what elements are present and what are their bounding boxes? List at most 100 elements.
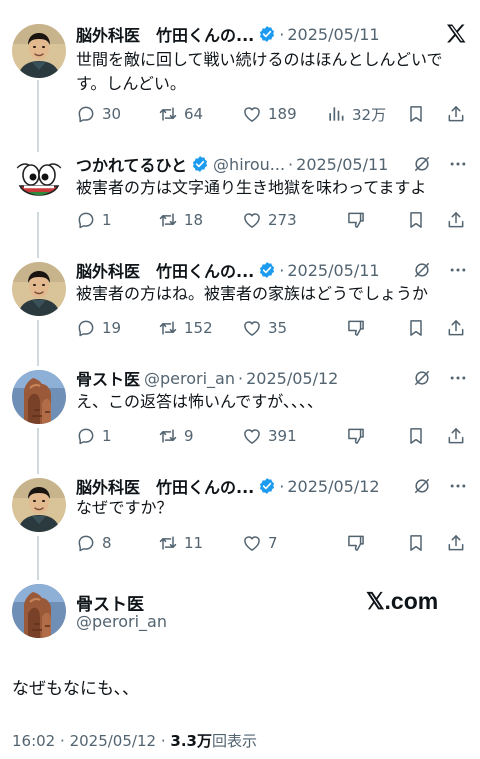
reply-icon — [76, 104, 96, 124]
post-actions: 30 64 189 32万 — [76, 102, 468, 126]
like-button[interactable]: 35 — [242, 316, 287, 340]
bookmark-icon — [406, 210, 426, 230]
post-text: え、この返答は怖いんですが、、、、 — [76, 392, 323, 411]
repost-button[interactable]: 64 — [158, 102, 203, 126]
post-actions: 8 11 7 — [76, 531, 468, 555]
post-date[interactable]: 2025/05/12 — [70, 732, 156, 750]
not-interested-icon[interactable] — [412, 476, 432, 496]
like-count: 273 — [268, 211, 297, 229]
bookmark-icon — [406, 533, 426, 553]
share-icon — [446, 426, 466, 446]
bookmark-button[interactable] — [406, 208, 426, 232]
like-icon — [242, 210, 262, 230]
main-post-text: なぜもなにも、、 — [12, 679, 139, 699]
like-button[interactable]: 273 — [242, 208, 297, 232]
author-name[interactable]: 脳外科医 竹田くんの... — [76, 22, 254, 46]
x-logo-icon — [447, 24, 466, 43]
views-count: 3.3万 — [170, 732, 212, 750]
x-com-watermark: 𝕏.com — [366, 588, 439, 614]
repost-button[interactable]: 152 — [158, 316, 213, 340]
author-name[interactable]: 骨スト医 — [76, 366, 140, 390]
thread-line — [37, 536, 39, 580]
avatar[interactable] — [12, 478, 66, 532]
thread-line — [37, 428, 39, 474]
more-icon[interactable] — [448, 260, 468, 280]
post-date[interactable]: 2025/05/11 — [287, 261, 379, 280]
views-button[interactable]: 32万 — [326, 102, 386, 126]
post-date[interactable]: 2025/05/11 — [287, 25, 379, 44]
dislike-icon — [346, 426, 366, 446]
verified-badge-icon — [258, 25, 276, 43]
share-button[interactable] — [446, 531, 466, 555]
bookmark-button[interactable] — [406, 531, 426, 555]
not-interested-icon[interactable] — [412, 154, 432, 174]
author-name[interactable]: 脳外科医 竹田くんの... — [76, 258, 254, 282]
post-text: なぜですか？ — [76, 498, 173, 517]
dislike-button[interactable] — [346, 316, 366, 340]
reply-button[interactable]: 1 — [76, 424, 112, 448]
separator: · — [288, 154, 294, 174]
dislike-icon — [346, 210, 366, 230]
avatar[interactable] — [12, 262, 66, 316]
share-button[interactable] — [446, 208, 466, 232]
like-count: 391 — [268, 427, 297, 445]
more-icon[interactable] — [448, 368, 468, 388]
post-actions: 1 18 273 — [76, 208, 468, 232]
repost-button[interactable]: 9 — [158, 424, 194, 448]
author-handle[interactable]: @perori_an — [144, 369, 235, 388]
reply-button[interactable]: 8 — [76, 531, 112, 555]
reply-button[interactable]: 19 — [76, 316, 121, 340]
dislike-button[interactable] — [346, 208, 366, 232]
thread-line — [37, 212, 39, 258]
more-icon[interactable] — [448, 476, 468, 496]
share-button[interactable] — [446, 102, 466, 126]
main-author-handle[interactable]: @perori_an — [76, 612, 167, 631]
like-button[interactable]: 391 — [242, 424, 297, 448]
like-icon — [242, 318, 262, 338]
repost-button[interactable]: 18 — [158, 208, 203, 232]
dislike-icon — [346, 533, 366, 553]
like-button[interactable]: 7 — [242, 531, 278, 555]
post-date[interactable]: 2025/05/12 — [246, 369, 338, 388]
bookmark-icon — [406, 318, 426, 338]
views-count: 32万 — [352, 105, 387, 124]
dislike-button[interactable] — [346, 424, 366, 448]
repost-button[interactable]: 11 — [158, 531, 203, 555]
post-actions: 19 152 35 — [76, 316, 468, 340]
repost-icon — [158, 104, 178, 124]
reply-count: 30 — [102, 105, 122, 123]
dislike-button[interactable] — [346, 531, 366, 555]
like-button[interactable]: 189 — [242, 102, 297, 126]
more-icon[interactable] — [448, 154, 468, 174]
bookmark-icon — [406, 426, 426, 446]
separator: · — [279, 24, 285, 44]
post-time[interactable]: 16:02 — [12, 732, 55, 750]
share-icon — [446, 318, 466, 338]
reply-button[interactable]: 30 — [76, 102, 121, 126]
repost-count: 64 — [184, 105, 204, 123]
avatar[interactable] — [12, 156, 66, 210]
share-button[interactable] — [446, 424, 466, 448]
share-icon — [446, 533, 466, 553]
bookmark-button[interactable] — [406, 102, 426, 126]
reply-button[interactable]: 1 — [76, 208, 112, 232]
bookmark-button[interactable] — [406, 424, 426, 448]
post-date[interactable]: 2025/05/12 — [287, 477, 379, 496]
like-icon — [242, 533, 262, 553]
author-name[interactable]: つかれてるひと — [76, 152, 187, 176]
not-interested-icon[interactable] — [412, 368, 432, 388]
author-handle[interactable]: @hirou... — [213, 155, 285, 174]
avatar[interactable] — [12, 24, 66, 78]
like-icon — [242, 104, 262, 124]
not-interested-icon[interactable] — [412, 260, 432, 280]
repost-icon — [158, 426, 178, 446]
author-name[interactable]: 脳外科医 竹田くんの... — [76, 474, 254, 498]
like-count: 189 — [268, 105, 297, 123]
main-avatar[interactable] — [12, 584, 66, 638]
reply-count: 19 — [102, 319, 122, 337]
share-button[interactable] — [446, 316, 466, 340]
bookmark-button[interactable] — [406, 316, 426, 340]
post-date[interactable]: 2025/05/11 — [296, 155, 388, 174]
separator: · — [279, 476, 285, 496]
avatar[interactable] — [12, 370, 66, 424]
